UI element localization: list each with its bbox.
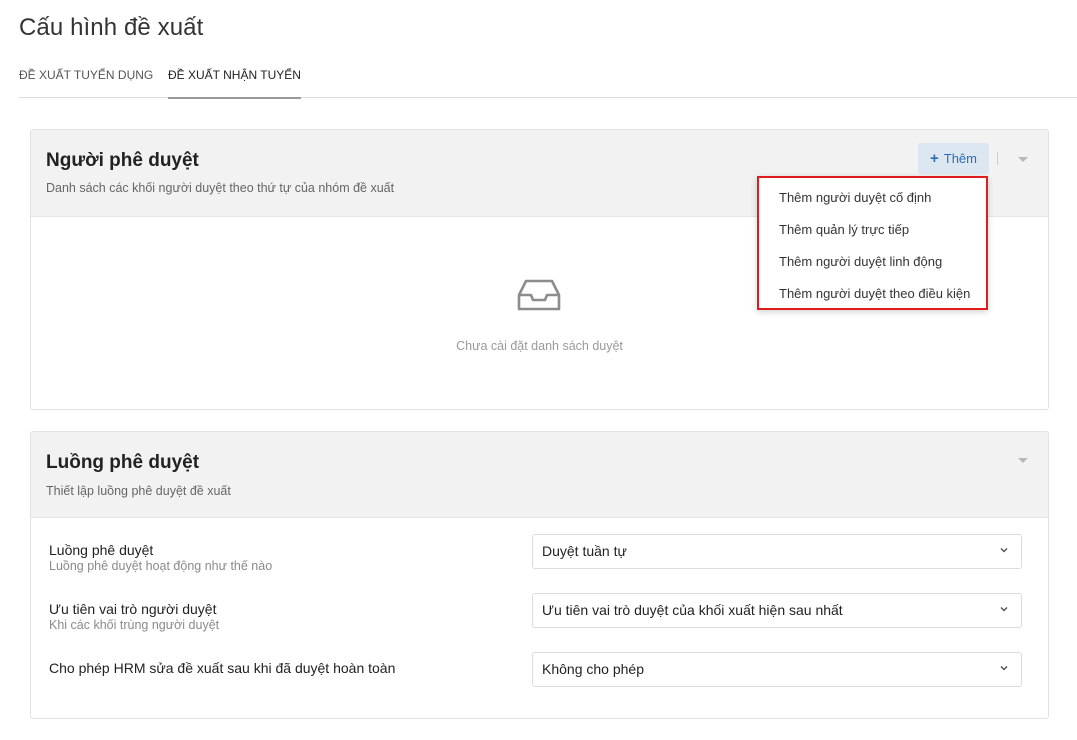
add-approver-label: Thêm: [943, 151, 977, 166]
select-value: Duyệt tuần tự: [542, 543, 627, 559]
setting-label: Cho phép HRM sửa đề xuất sau khi đã duyệ…: [49, 660, 396, 676]
menu-item-conditional-approver[interactable]: Thêm người duyệt theo điều kiện: [759, 282, 986, 314]
role-priority-select[interactable]: Ưu tiên vai trò duyệt của khối xuất hiện…: [532, 593, 1022, 628]
approvers-subtitle: Danh sách các khối người duyệt theo thứ …: [46, 181, 395, 195]
select-value: Không cho phép: [542, 661, 644, 677]
tab-de-xuat-nhan-tuyen[interactable]: ĐỀ XUẤT NHẬN TUYỂN: [168, 68, 301, 99]
setting-row-flow-type: Luồng phê duyệt Luồng phê duyệt hoạt độn…: [49, 534, 1022, 578]
inbox-icon: [517, 279, 561, 311]
plus-icon: +: [930, 150, 939, 167]
collapse-caret-icon[interactable]: [1018, 458, 1028, 463]
menu-item-dynamic-approver[interactable]: Thêm người duyệt linh động: [759, 250, 986, 282]
setting-row-role-priority: Ưu tiên vai trò người duyệt Khi các khối…: [49, 593, 1022, 637]
menu-item-direct-manager[interactable]: Thêm quản lý trực tiếp: [759, 218, 986, 250]
flow-type-select[interactable]: Duyệt tuần tự: [532, 534, 1022, 569]
setting-hint: Khi các khối trùng người duyệt: [49, 618, 220, 632]
add-approver-button[interactable]: + Thêm: [918, 143, 989, 174]
collapse-caret-icon[interactable]: [1018, 157, 1028, 162]
select-value: Ưu tiên vai trò duyệt của khối xuất hiện…: [542, 602, 843, 618]
page-title: Cấu hình đề xuất: [19, 14, 204, 41]
hrm-edit-select[interactable]: Không cho phép: [532, 652, 1022, 687]
flow-card: Luồng phê duyệt Thiết lập luồng phê duyệ…: [30, 431, 1049, 719]
chevron-down-icon: [1000, 665, 1008, 671]
chevron-down-icon: [1000, 606, 1008, 612]
setting-row-hrm-edit: Cho phép HRM sửa đề xuất sau khi đã duyệ…: [49, 652, 1022, 696]
flow-subtitle: Thiết lập luồng phê duyệt đề xuất: [46, 484, 231, 498]
flow-title: Luồng phê duyệt: [46, 452, 200, 473]
setting-label: Ưu tiên vai trò người duyệt: [49, 601, 217, 617]
tab-de-xuat-tuyen-dung[interactable]: ĐỀ XUẤT TUYỂN DỤNG: [19, 68, 153, 98]
add-approver-menu: Thêm người duyệt cố định Thêm quản lý tr…: [757, 176, 988, 310]
empty-state-text: Chưa cài đặt danh sách duyệt: [456, 339, 623, 353]
setting-hint: Luồng phê duyệt hoạt động như thế nào: [49, 559, 273, 573]
chevron-down-icon: [1000, 547, 1008, 553]
menu-item-fixed-approver[interactable]: Thêm người duyệt cố định: [759, 186, 986, 218]
header-divider: [997, 152, 998, 165]
tab-bar: ĐỀ XUẤT TUYỂN DỤNG ĐỀ XUẤT NHẬN TUYỂN: [19, 64, 1077, 99]
approvers-title: Người phê duyệt: [46, 150, 199, 171]
flow-card-header: Luồng phê duyệt Thiết lập luồng phê duyệ…: [31, 432, 1048, 518]
setting-label: Luồng phê duyệt: [49, 542, 154, 558]
